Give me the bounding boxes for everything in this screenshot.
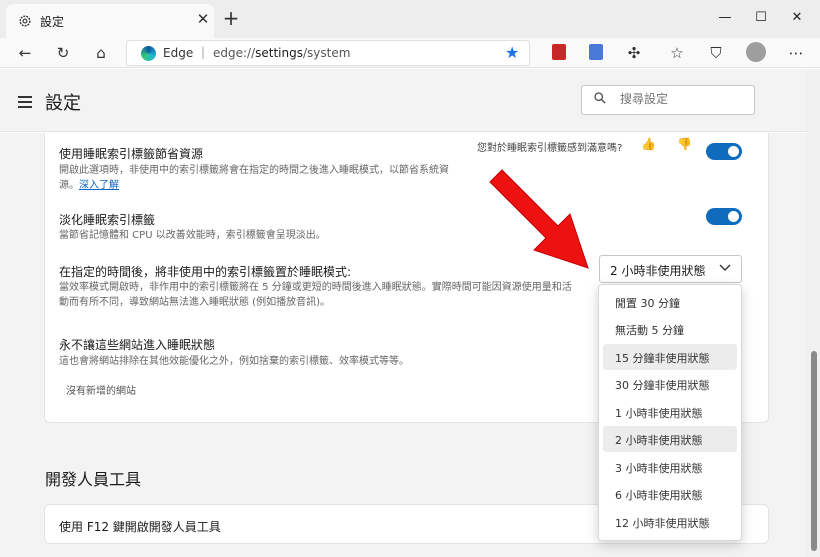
profile-icon[interactable] bbox=[746, 42, 766, 62]
developer-tools-heading: 開發人員工具 bbox=[45, 470, 142, 489]
search-box[interactable] bbox=[581, 85, 755, 115]
security-icon[interactable]: ⛉ bbox=[704, 41, 728, 65]
close-window-button[interactable]: ✕ bbox=[782, 6, 812, 30]
sleep-after-description: 當效率模式開啟時，非作用中的索引標籤將在 5 分鐘或更短的時間後進入睡眠狀態。實… bbox=[59, 282, 572, 308]
menu-option[interactable]: 1 小時非使用狀態 bbox=[603, 399, 737, 425]
settings-header: 設定 bbox=[0, 69, 807, 132]
scrollbar[interactable] bbox=[807, 69, 820, 557]
gear-icon bbox=[19, 15, 31, 27]
minimize-button[interactable]: — bbox=[710, 6, 740, 30]
toolbar: ← ↻ ⌂ Edge | edge://settings/system ★ ✣ … bbox=[0, 38, 820, 68]
annotation-arrow bbox=[489, 169, 589, 269]
tab-strip: 設定 ✕ + — ☐ ✕ bbox=[0, 0, 820, 38]
new-tab-button[interactable]: + bbox=[220, 8, 242, 30]
menu-option-selected[interactable]: 2 小時非使用狀態 bbox=[603, 426, 737, 452]
never-sleep-empty: 沒有新增的網站 bbox=[66, 386, 136, 397]
maximize-button[interactable]: ☐ bbox=[746, 6, 776, 30]
edge-logo-icon bbox=[141, 46, 156, 61]
menu-option[interactable]: 30 分鐘非使用狀態 bbox=[603, 371, 737, 397]
menu-option[interactable]: 無活動 5 分鐘 bbox=[603, 316, 737, 342]
back-icon[interactable]: ← bbox=[13, 41, 37, 65]
extensions-icon[interactable]: ✣ bbox=[622, 41, 646, 65]
f12-devtools-label: 使用 F12 鍵開啟開發人員工具 bbox=[59, 520, 221, 534]
tab-settings[interactable]: 設定 ✕ bbox=[6, 4, 214, 38]
learn-more-link[interactable]: 深入了解 bbox=[79, 180, 119, 191]
menu-option[interactable]: 閒置 30 分鐘 bbox=[603, 289, 737, 315]
favorites-icon[interactable]: ☆ bbox=[665, 41, 689, 65]
tab-close-icon[interactable]: ✕ bbox=[194, 10, 212, 28]
sleep-timeout-select[interactable]: 2 小時非使用狀態 bbox=[599, 255, 742, 283]
address-url: edge://settings/system bbox=[213, 46, 351, 60]
translate-icon[interactable] bbox=[589, 44, 603, 60]
sleeping-tabs-title: 使用睡眠索引標籤節省資源 bbox=[59, 147, 204, 161]
menu-option[interactable]: 3 小時非使用狀態 bbox=[603, 454, 737, 480]
address-bar[interactable]: Edge | edge://settings/system ★ bbox=[126, 40, 530, 66]
address-separator: | bbox=[201, 45, 206, 59]
search-input[interactable] bbox=[620, 92, 740, 106]
fade-tabs-toggle[interactable] bbox=[706, 208, 742, 225]
page-title: 設定 bbox=[45, 93, 81, 114]
star-icon[interactable]: ★ bbox=[505, 43, 519, 62]
collections-icon[interactable] bbox=[552, 44, 566, 60]
never-sleep-title: 永不讓這些網站進入睡眠狀態 bbox=[59, 338, 216, 352]
tab-title: 設定 bbox=[40, 15, 65, 29]
chevron-down-icon bbox=[719, 264, 731, 271]
hamburger-icon[interactable] bbox=[18, 96, 32, 111]
sleep-timeout-value: 2 小時非使用狀態 bbox=[610, 264, 706, 278]
sleep-after-title: 在指定的時間後，將非使用中的索引標籤置於睡眠模式: bbox=[59, 265, 352, 279]
menu-option[interactable]: 12 小時非使用狀態 bbox=[603, 509, 737, 535]
sleep-timeout-menu: 閒置 30 分鐘 無活動 5 分鐘 15 分鐘非使用狀態 30 分鐘非使用狀態 … bbox=[598, 284, 742, 541]
menu-option[interactable]: 6 小時非使用狀態 bbox=[603, 481, 737, 507]
home-icon[interactable]: ⌂ bbox=[89, 41, 113, 65]
refresh-icon[interactable]: ↻ bbox=[51, 41, 75, 65]
sleeping-tabs-description: 開啟此選項時，非使用中的索引標籤將會在指定的時間之後進入睡眠模式，以節省系統資 … bbox=[59, 165, 449, 191]
never-sleep-description: 這也會將網站排除在其他效能優化之外，例如捨棄的索引標籤、效率模式等等。 bbox=[59, 356, 409, 367]
more-icon[interactable]: ⋯ bbox=[784, 41, 808, 65]
feedback-prompt: 您對於睡眠索引標籤感到滿意嗎? bbox=[477, 143, 623, 154]
address-brand: Edge bbox=[163, 46, 194, 60]
search-icon bbox=[594, 92, 606, 104]
thumbs-up-icon[interactable]: 👍 bbox=[641, 137, 656, 151]
menu-option[interactable]: 15 分鐘非使用狀態 bbox=[603, 344, 737, 370]
sleeping-tabs-toggle[interactable] bbox=[706, 143, 742, 160]
fade-tabs-title: 淡化睡眠索引標籤 bbox=[59, 213, 156, 227]
fade-tabs-description: 當節省記憶體和 CPU 以改善效能時，索引標籤會呈現淡出。 bbox=[59, 230, 326, 241]
thumbs-down-icon[interactable]: 👎 bbox=[677, 137, 692, 151]
scrollbar-thumb[interactable] bbox=[811, 351, 817, 551]
